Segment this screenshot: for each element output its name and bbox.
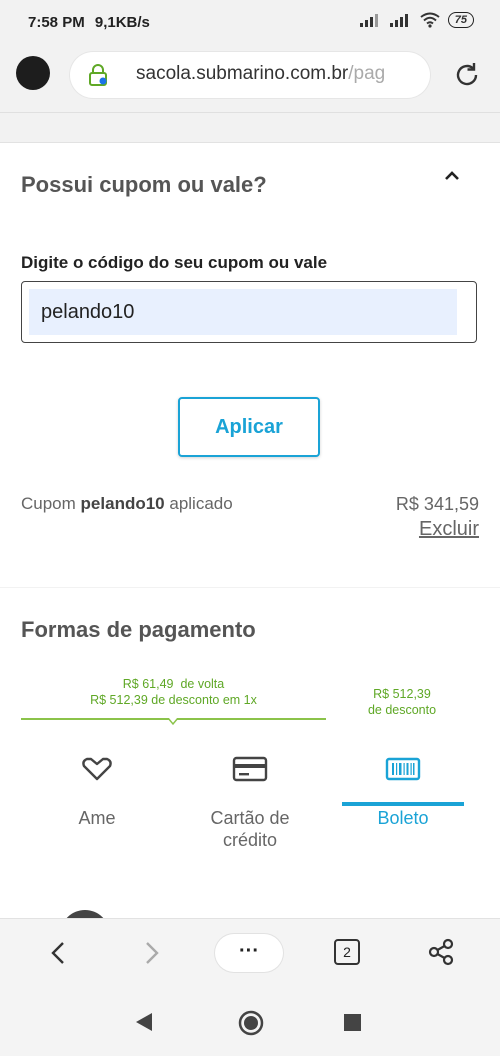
status-icons: 75 <box>359 12 474 28</box>
tab-ame[interactable]: Ame <box>22 740 172 870</box>
nav-back-icon[interactable] <box>134 1011 154 1033</box>
payment-title: Formas de pagamento <box>21 617 256 642</box>
tabs-count-button[interactable]: 2 <box>334 939 360 965</box>
avatar[interactable] <box>16 56 50 90</box>
reload-icon[interactable] <box>452 60 482 90</box>
ame-cashback-suffix: de volta <box>180 677 225 691</box>
tab-boleto-label: Boleto <box>377 808 429 828</box>
coupon-applied-value: R$ 341,59 <box>395 494 479 514</box>
url-path: /pag <box>348 63 386 84</box>
coupon-field-wrapper <box>21 281 477 343</box>
applied-prefix: Cupom <box>21 494 76 513</box>
ame-heart-icon <box>82 757 112 781</box>
ame-cashback-value: R$ 61,49 <box>122 677 174 691</box>
menu-button[interactable]: ··· <box>215 934 283 972</box>
share-icon[interactable] <box>426 937 456 967</box>
applied-suffix: aplicado <box>169 494 233 513</box>
tab-credit-card[interactable]: Cartão de crédito <box>175 740 325 870</box>
remove-coupon-link[interactable]: Excluir <box>419 518 479 541</box>
barcode-icon <box>385 757 421 781</box>
chevron-up-icon[interactable] <box>442 168 462 184</box>
tab-ame-label: Ame <box>78 808 116 828</box>
network-speed: 9,1KB/s <box>94 14 150 31</box>
apply-coupon-button[interactable]: Aplicar <box>178 397 320 457</box>
boleto-promo-suffix: de desconto <box>367 703 437 717</box>
nav-recents-icon[interactable] <box>344 1014 361 1031</box>
status-time: 7:58 PM 9,1KB/s <box>28 14 150 31</box>
signal-icon <box>359 14 378 27</box>
credit-card-icon <box>232 756 268 782</box>
applied-code: pelando10 <box>80 494 165 513</box>
coupon-title: Possui cupom ou vale? <box>21 172 267 197</box>
forward-arrow-icon[interactable] <box>136 938 166 968</box>
boleto-promo: R$ 512,39 de desconto <box>346 686 458 718</box>
coupon-input[interactable] <box>29 289 457 335</box>
url-text[interactable]: sacola.submarino.com.br/pag <box>136 63 418 85</box>
wifi-icon <box>420 12 440 28</box>
nav-home-icon[interactable] <box>238 1010 264 1036</box>
ame-promo: R$ 61,49 de volta R$ 512,39 de desconto … <box>21 676 326 708</box>
lock-icon <box>89 64 107 86</box>
url-domain: sacola.submarino.com.br <box>136 63 349 84</box>
ame-discount: R$ 512,39 de desconto em 1x <box>90 693 257 707</box>
clock: 7:58 PM <box>28 14 85 31</box>
coupon-applied-message: Cupom pelando10 aplicado <box>21 494 233 514</box>
selected-tab-indicator <box>342 802 464 806</box>
promo-notch <box>168 718 178 726</box>
signal-icon-2 <box>389 14 408 27</box>
boleto-promo-value: R$ 512,39 <box>373 687 431 701</box>
coupon-field-label: Digite o código do seu cupom ou vale <box>21 253 328 272</box>
tab-credit-card-label: Cartão de crédito <box>210 808 290 850</box>
back-arrow-icon[interactable] <box>44 938 74 968</box>
battery-indicator: 75 <box>447 12 474 28</box>
